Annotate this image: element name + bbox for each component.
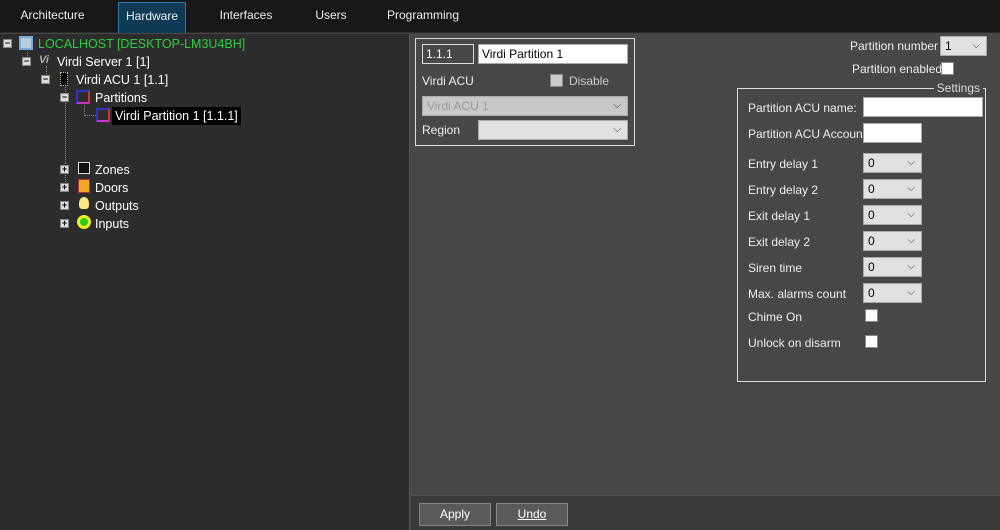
action-bar: Apply Undo bbox=[411, 495, 1000, 530]
chevron-down-icon: ⌵ bbox=[907, 287, 915, 298]
expand-toggle[interactable]: + bbox=[60, 201, 69, 210]
setting-label: Siren time bbox=[748, 261, 803, 275]
setting-label: Exit delay 2 bbox=[748, 235, 811, 249]
chevron-down-icon: ⌵ bbox=[907, 183, 915, 194]
setting-label: Entry delay 1 bbox=[748, 157, 819, 171]
setting-value: 0 bbox=[868, 208, 875, 222]
chevron-down-icon: ⌵ bbox=[972, 40, 980, 51]
acu-select[interactable]: Virdi ACU 1 ⌵ bbox=[422, 96, 628, 116]
setting-value: 0 bbox=[868, 260, 875, 274]
acu-select-value: Virdi ACU 1 bbox=[427, 99, 489, 113]
tree-node-partition-selected[interactable]: Virdi Partition 1 [1.1.1] bbox=[112, 107, 241, 125]
tree-node-server[interactable]: Virdi Server 1 [1] bbox=[57, 53, 150, 71]
name-field[interactable]: Virdi Partition 1 bbox=[478, 44, 628, 64]
setting-select[interactable]: 0 ⌵ bbox=[863, 257, 922, 277]
partition-enabled-checkbox[interactable] bbox=[941, 62, 954, 75]
unlock-label: Unlock on disarm bbox=[748, 336, 841, 350]
chevron-down-icon: ⌵ bbox=[613, 100, 621, 111]
input-icon bbox=[77, 215, 91, 229]
setting-label: Entry delay 2 bbox=[748, 183, 819, 197]
hardware-tree: − LOCALHOST [DESKTOP-LM3U4BH] − Vi Virdi… bbox=[0, 34, 410, 530]
setting-select[interactable]: 0 ⌵ bbox=[863, 231, 922, 251]
expand-toggle[interactable]: + bbox=[60, 165, 69, 174]
partitions-icon bbox=[76, 90, 90, 104]
settings-title: Settings bbox=[933, 81, 983, 95]
tree-node-inputs[interactable]: Inputs bbox=[95, 215, 129, 233]
computer-icon bbox=[19, 36, 33, 50]
partition-number-value: 1 bbox=[945, 39, 952, 53]
acu-account-field[interactable] bbox=[863, 123, 922, 143]
undo-button[interactable]: Undo bbox=[496, 503, 568, 526]
chevron-down-icon: ⌵ bbox=[907, 261, 915, 272]
acu-account-label: Partition ACU Account: bbox=[748, 127, 870, 141]
setting-label: Exit delay 1 bbox=[748, 209, 811, 223]
setting-value: 0 bbox=[868, 182, 875, 196]
tab-programming[interactable]: Programming bbox=[380, 2, 466, 33]
chime-checkbox[interactable] bbox=[865, 309, 878, 322]
tab-hardware[interactable]: Hardware bbox=[118, 2, 186, 33]
disable-label: Disable bbox=[569, 74, 610, 88]
setting-select[interactable]: 0 ⌵ bbox=[863, 205, 922, 225]
top-nav: Architecture Hardware Interfaces Users P… bbox=[0, 0, 1000, 33]
acu-label: Virdi ACU bbox=[422, 74, 474, 88]
setting-select[interactable]: 0 ⌵ bbox=[863, 153, 922, 173]
collapse-toggle[interactable]: − bbox=[3, 39, 12, 48]
expand-toggle[interactable]: + bbox=[60, 219, 69, 228]
setting-label: Max. alarms count bbox=[748, 287, 847, 301]
disable-checkbox[interactable] bbox=[550, 74, 563, 87]
door-icon bbox=[78, 179, 90, 193]
setting-value: 0 bbox=[868, 156, 875, 170]
tree-node-zones[interactable]: Zones bbox=[95, 161, 130, 179]
chevron-down-icon: ⌵ bbox=[907, 157, 915, 168]
chevron-down-icon: ⌵ bbox=[907, 209, 915, 220]
acu-name-field[interactable] bbox=[863, 97, 983, 117]
chevron-down-icon: ⌵ bbox=[907, 235, 915, 246]
region-label: Region bbox=[422, 123, 461, 137]
zones-icon bbox=[78, 162, 90, 174]
tab-users[interactable]: Users bbox=[305, 2, 357, 33]
setting-value: 0 bbox=[868, 286, 875, 300]
chime-label: Chime On bbox=[748, 310, 803, 324]
lightbulb-icon bbox=[79, 197, 89, 209]
acu-icon bbox=[60, 72, 68, 86]
acu-name-label: Partition ACU name: bbox=[748, 101, 857, 115]
unlock-checkbox[interactable] bbox=[865, 335, 878, 348]
properties-panel: 1.1.1 Virdi Partition 1 Virdi ACU Disabl… bbox=[411, 34, 1000, 495]
apply-button[interactable]: Apply bbox=[419, 503, 491, 526]
tab-architecture[interactable]: Architecture bbox=[10, 2, 95, 33]
setting-select[interactable]: 0 ⌵ bbox=[863, 283, 922, 303]
tree-node-outputs[interactable]: Outputs bbox=[95, 197, 139, 215]
collapse-toggle[interactable]: − bbox=[41, 75, 50, 84]
tree-node-doors[interactable]: Doors bbox=[95, 179, 128, 197]
setting-value: 0 bbox=[868, 234, 875, 248]
partition-icon bbox=[96, 108, 110, 122]
tree-node-partitions[interactable]: Partitions bbox=[95, 89, 147, 107]
expand-toggle[interactable]: + bbox=[60, 183, 69, 192]
partition-enabled-label: Partition enabled bbox=[852, 62, 943, 76]
id-field[interactable]: 1.1.1 bbox=[422, 44, 474, 64]
region-select[interactable]: ⌵ bbox=[478, 120, 628, 140]
settings-group: Settings Partition ACU name: Partition A… bbox=[737, 81, 986, 382]
collapse-toggle[interactable]: − bbox=[22, 57, 31, 66]
tree-node-acu[interactable]: Virdi ACU 1 [1.1] bbox=[76, 71, 168, 89]
chevron-down-icon: ⌵ bbox=[613, 124, 621, 135]
general-group: 1.1.1 Virdi Partition 1 Virdi ACU Disabl… bbox=[415, 38, 635, 146]
tree-node-localhost[interactable]: LOCALHOST [DESKTOP-LM3U4BH] bbox=[38, 35, 245, 53]
setting-select[interactable]: 0 ⌵ bbox=[863, 179, 922, 199]
partition-number-select[interactable]: 1 ⌵ bbox=[940, 36, 987, 56]
collapse-toggle[interactable]: − bbox=[60, 93, 69, 102]
partition-number-label: Partition number bbox=[850, 39, 939, 53]
tab-interfaces[interactable]: Interfaces bbox=[210, 2, 282, 33]
virdi-server-icon: Vi bbox=[39, 54, 49, 66]
